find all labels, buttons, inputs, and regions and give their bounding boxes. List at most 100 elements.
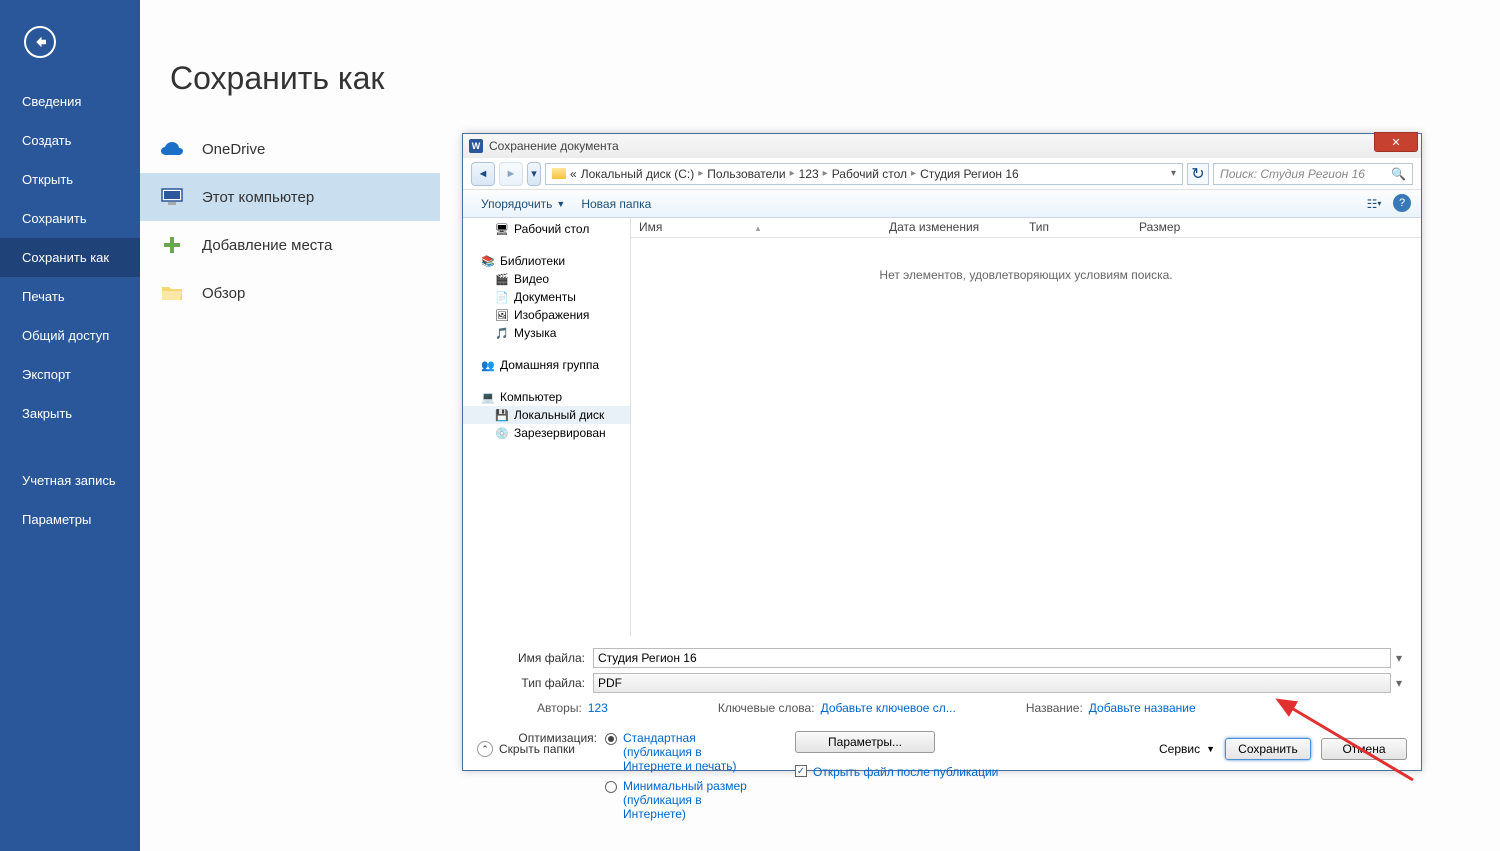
loc-this-pc[interactable]: Этот компьютер — [140, 173, 440, 221]
dialog-titlebar[interactable]: W Сохранение документа ✕ — [463, 134, 1421, 158]
page-title: Сохранить как — [140, 0, 1500, 125]
nav-export[interactable]: Экспорт — [0, 355, 140, 394]
nav-history-dropdown[interactable]: ▾ — [527, 162, 541, 186]
back-button[interactable] — [24, 26, 56, 58]
radio-minimum[interactable]: Минимальный размер (публикация в Интерне… — [605, 779, 755, 821]
authors-value[interactable]: 123 — [588, 701, 608, 715]
loc-browse[interactable]: Обзор — [140, 269, 440, 317]
loc-label: Этот компьютер — [202, 189, 314, 206]
file-list-area: Имя ▴ Дата изменения Тип Размер Нет элем… — [631, 218, 1421, 636]
breadcrumb-seg[interactable]: Студия Регион 16 — [920, 167, 1019, 181]
breadcrumb-seg[interactable]: Локальный диск (C:) — [581, 167, 695, 181]
nav-close[interactable]: Закрыть — [0, 394, 140, 433]
breadcrumb-seg[interactable]: Рабочий стол — [832, 167, 907, 181]
service-dropdown[interactable]: Сервис▼ — [1159, 742, 1215, 756]
nav-open[interactable]: Открыть — [0, 160, 140, 199]
filetype-select[interactable]: PDF — [593, 673, 1391, 693]
homegroup-icon: 👥 — [481, 358, 495, 372]
nav-share[interactable]: Общий доступ — [0, 316, 140, 355]
help-button[interactable]: ? — [1393, 194, 1411, 212]
cloud-icon — [160, 137, 184, 161]
metadata-row: Авторы:123 Ключевые слова:Добавьте ключе… — [477, 701, 1407, 715]
loc-add-place[interactable]: Добавление места — [140, 221, 440, 269]
open-after-checkbox[interactable]: ✓Открыть файл после публикации — [795, 765, 998, 779]
radio-icon — [605, 781, 617, 793]
tree-video[interactable]: 🎬Видео — [463, 270, 630, 288]
nav-info[interactable]: Сведения — [0, 82, 140, 121]
col-size[interactable]: Размер — [1131, 218, 1189, 237]
breadcrumb-seg[interactable]: 123 — [799, 167, 819, 181]
dialog-body: 🖥Рабочий стол 📚Библиотеки 🎬Видео 📄Докуме… — [463, 218, 1421, 636]
plus-icon — [160, 233, 184, 257]
music-icon: 🎵 — [495, 326, 509, 340]
organize-button[interactable]: Упорядочить▼ — [473, 197, 573, 211]
loc-onedrive[interactable]: OneDrive — [140, 125, 440, 173]
save-button[interactable]: Сохранить — [1225, 738, 1311, 760]
desktop-icon: 🖥 — [495, 222, 509, 236]
nav-back-button[interactable]: ◄ — [471, 162, 495, 186]
nav-save[interactable]: Сохранить — [0, 199, 140, 238]
loc-label: Добавление места — [202, 237, 332, 254]
save-dialog: W Сохранение документа ✕ ◄ ► ▾ « Локальн… — [462, 133, 1422, 771]
folder-icon — [552, 168, 566, 179]
title-value[interactable]: Добавьте название — [1089, 701, 1196, 715]
nav-account[interactable]: Учетная запись — [0, 461, 140, 500]
keywords-label: Ключевые слова: — [718, 701, 815, 715]
dialog-footer: ⌃ Скрыть папки Сервис▼ Сохранить Отмена — [477, 738, 1407, 760]
address-bar[interactable]: « Локальный диск (C:)▸ Пользователи▸ 123… — [545, 163, 1183, 185]
tree-music[interactable]: 🎵Музыка — [463, 324, 630, 342]
image-icon: 🖼 — [495, 308, 509, 322]
filetype-label: Тип файла: — [477, 676, 593, 690]
breadcrumb-seg[interactable]: Пользователи — [707, 167, 785, 181]
new-folder-button[interactable]: Новая папка — [573, 197, 659, 211]
disk-icon: 💾 — [495, 408, 509, 422]
nav-options[interactable]: Параметры — [0, 500, 140, 539]
filename-label: Имя файла: — [477, 651, 593, 665]
tree-images[interactable]: 🖼Изображения — [463, 306, 630, 324]
cancel-button[interactable]: Отмена — [1321, 738, 1407, 760]
nav-print[interactable]: Печать — [0, 277, 140, 316]
loc-label: Обзор — [202, 285, 245, 302]
video-icon: 🎬 — [495, 272, 509, 286]
tree-desktop[interactable]: 🖥Рабочий стол — [463, 220, 630, 238]
chevron-up-icon: ⌃ — [477, 741, 493, 757]
breadcrumb-seg[interactable]: « — [570, 167, 577, 181]
folder-tree[interactable]: 🖥Рабочий стол 📚Библиотеки 🎬Видео 📄Докуме… — [463, 218, 631, 636]
close-button[interactable]: ✕ — [1374, 132, 1418, 152]
dialog-toolbar: Упорядочить▼ Новая папка ☷▾ ? — [463, 190, 1421, 218]
dialog-title: Сохранение документа — [489, 139, 619, 153]
column-headers: Имя ▴ Дата изменения Тип Размер — [631, 218, 1421, 238]
loc-label: OneDrive — [202, 141, 265, 158]
dialog-bottom: Имя файла: ▾ Тип файла: PDF ▾ Авторы:123… — [463, 636, 1421, 837]
address-bar-row: ◄ ► ▾ « Локальный диск (C:)▸ Пользовател… — [463, 158, 1421, 190]
refresh-icon: ↻ — [1191, 164, 1204, 184]
refresh-button[interactable]: ↻ — [1187, 163, 1209, 185]
tree-computer[interactable]: 💻Компьютер — [463, 388, 630, 406]
close-icon: ✕ — [1391, 136, 1400, 149]
tree-homegroup[interactable]: 👥Домашняя группа — [463, 356, 630, 374]
tree-reserved[interactable]: 💿Зарезервирован — [463, 424, 630, 442]
col-type[interactable]: Тип — [1021, 218, 1131, 237]
tree-documents[interactable]: 📄Документы — [463, 288, 630, 306]
filename-input[interactable] — [593, 648, 1391, 668]
checkbox-icon: ✓ — [795, 765, 807, 777]
folder-icon — [160, 281, 184, 305]
search-icon: 🔍 — [1391, 167, 1406, 181]
hide-folders-button[interactable]: ⌃ Скрыть папки — [477, 741, 575, 757]
file-menu-sidebar: Сведения Создать Открыть Сохранить Сохра… — [0, 0, 140, 851]
tree-local-disk[interactable]: 💾Локальный диск — [463, 406, 630, 424]
library-icon: 📚 — [481, 254, 495, 268]
view-icon: ☷ — [1367, 197, 1378, 211]
view-button[interactable]: ☷▾ — [1363, 194, 1385, 214]
col-name[interactable]: Имя ▴ — [631, 218, 881, 237]
computer-icon — [160, 185, 184, 209]
empty-message: Нет элементов, удовлетворяющих условиям … — [631, 268, 1421, 282]
nav-saveas[interactable]: Сохранить как — [0, 238, 140, 277]
nav-new[interactable]: Создать — [0, 121, 140, 160]
search-input[interactable]: Поиск: Студия Регион 16 🔍 — [1213, 163, 1413, 185]
col-modified[interactable]: Дата изменения — [881, 218, 1021, 237]
search-placeholder: Поиск: Студия Регион 16 — [1220, 167, 1365, 181]
tree-libraries[interactable]: 📚Библиотеки — [463, 252, 630, 270]
keywords-value[interactable]: Добавьте ключевое сл... — [821, 701, 956, 715]
nav-forward-button[interactable]: ► — [499, 162, 523, 186]
